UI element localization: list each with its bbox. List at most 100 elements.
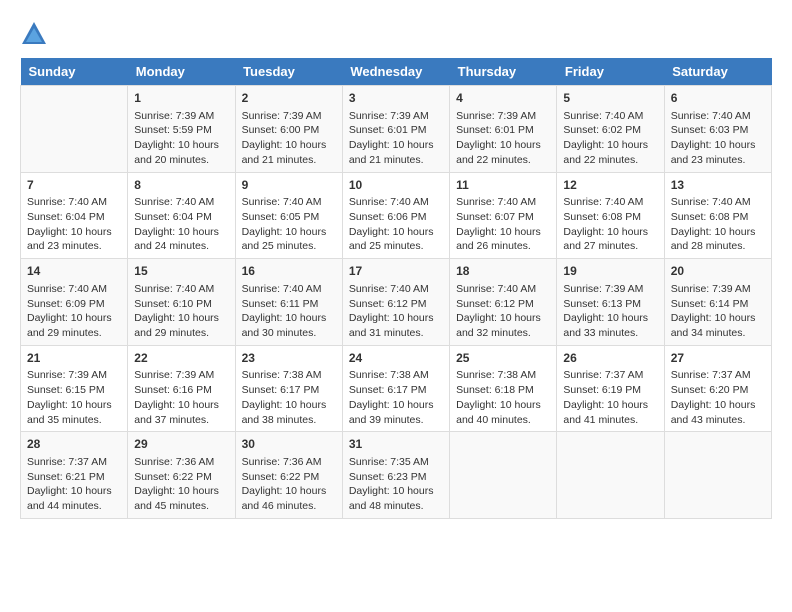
cell-content: Sunrise: 7:40 AM Sunset: 6:08 PM Dayligh… xyxy=(671,195,765,254)
day-number: 8 xyxy=(134,177,228,194)
cell-content: Sunrise: 7:40 AM Sunset: 6:06 PM Dayligh… xyxy=(349,195,443,254)
calendar-cell: 9Sunrise: 7:40 AM Sunset: 6:05 PM Daylig… xyxy=(235,172,342,259)
calendar-cell: 15Sunrise: 7:40 AM Sunset: 6:10 PM Dayli… xyxy=(128,259,235,346)
cell-content: Sunrise: 7:37 AM Sunset: 6:21 PM Dayligh… xyxy=(27,455,121,514)
calendar-cell: 1 Sunrise: 7:39 AM Sunset: 5:59 PM Daylig… xyxy=(128,86,235,173)
week-row-1: 1 Sunrise: 7:39 AM Sunset: 5:59 PM Daylig… xyxy=(21,86,772,173)
calendar-cell: 23Sunrise: 7:38 AM Sunset: 6:17 PM Dayli… xyxy=(235,345,342,432)
cell-content: Sunrise: 7:40 AM Sunset: 6:09 PM Dayligh… xyxy=(27,282,121,341)
calendar-table: SundayMondayTuesdayWednesdayThursdayFrid… xyxy=(20,58,772,519)
cell-content: Sunrise: 7:40 AM Sunset: 6:08 PM Dayligh… xyxy=(563,195,657,254)
calendar-cell: 6 Sunrise: 7:40 AM Sunset: 6:03 PM Daylig… xyxy=(664,86,771,173)
calendar-cell xyxy=(664,432,771,519)
day-number: 18 xyxy=(456,263,550,280)
day-number: 19 xyxy=(563,263,657,280)
cell-content: Sunrise: 7:39 AM Sunset: 6:16 PM Dayligh… xyxy=(134,368,228,427)
calendar-cell: 2 Sunrise: 7:39 AM Sunset: 6:00 PM Daylig… xyxy=(235,86,342,173)
day-number: 12 xyxy=(563,177,657,194)
day-number: 31 xyxy=(349,436,443,453)
page-header xyxy=(20,20,772,48)
day-number: 21 xyxy=(27,350,121,367)
calendar-cell: 10Sunrise: 7:40 AM Sunset: 6:06 PM Dayli… xyxy=(342,172,449,259)
calendar-cell: 25Sunrise: 7:38 AM Sunset: 6:18 PM Dayli… xyxy=(450,345,557,432)
calendar-cell: 22Sunrise: 7:39 AM Sunset: 6:16 PM Dayli… xyxy=(128,345,235,432)
calendar-cell: 5 Sunrise: 7:40 AM Sunset: 6:02 PM Daylig… xyxy=(557,86,664,173)
cell-content: Sunrise: 7:36 AM Sunset: 6:22 PM Dayligh… xyxy=(134,455,228,514)
week-row-3: 14Sunrise: 7:40 AM Sunset: 6:09 PM Dayli… xyxy=(21,259,772,346)
calendar-cell: 29 Sunrise: 7:36 AM Sunset: 6:22 PM Dayli… xyxy=(128,432,235,519)
day-number: 9 xyxy=(242,177,336,194)
day-number: 3 xyxy=(349,90,443,107)
day-header-monday: Monday xyxy=(128,58,235,86)
cell-content: Sunrise: 7:39 AM Sunset: 6:00 PM Dayligh… xyxy=(242,109,336,168)
day-number: 22 xyxy=(134,350,228,367)
calendar-cell: 28 Sunrise: 7:37 AM Sunset: 6:21 PM Dayli… xyxy=(21,432,128,519)
cell-content: Sunrise: 7:37 AM Sunset: 6:19 PM Dayligh… xyxy=(563,368,657,427)
cell-content: Sunrise: 7:39 AM Sunset: 6:13 PM Dayligh… xyxy=(563,282,657,341)
calendar-cell: 27Sunrise: 7:37 AM Sunset: 6:20 PM Dayli… xyxy=(664,345,771,432)
day-number: 5 xyxy=(563,90,657,107)
week-row-2: 7Sunrise: 7:40 AM Sunset: 6:04 PM Daylig… xyxy=(21,172,772,259)
cell-content: Sunrise: 7:40 AM Sunset: 6:07 PM Dayligh… xyxy=(456,195,550,254)
day-number: 2 xyxy=(242,90,336,107)
day-number: 13 xyxy=(671,177,765,194)
day-number: 6 xyxy=(671,90,765,107)
day-number: 4 xyxy=(456,90,550,107)
cell-content: Sunrise: 7:40 AM Sunset: 6:02 PM Dayligh… xyxy=(563,109,657,168)
cell-content: Sunrise: 7:38 AM Sunset: 6:18 PM Dayligh… xyxy=(456,368,550,427)
week-row-5: 28 Sunrise: 7:37 AM Sunset: 6:21 PM Dayli… xyxy=(21,432,772,519)
day-number: 10 xyxy=(349,177,443,194)
calendar-cell xyxy=(450,432,557,519)
calendar-cell: 3Sunrise: 7:39 AM Sunset: 6:01 PM Daylig… xyxy=(342,86,449,173)
cell-content: Sunrise: 7:38 AM Sunset: 6:17 PM Dayligh… xyxy=(349,368,443,427)
calendar-cell: 30Sunrise: 7:36 AM Sunset: 6:22 PM Dayli… xyxy=(235,432,342,519)
cell-content: Sunrise: 7:37 AM Sunset: 6:20 PM Dayligh… xyxy=(671,368,765,427)
cell-content: Sunrise: 7:40 AM Sunset: 6:11 PM Dayligh… xyxy=(242,282,336,341)
cell-content: Sunrise: 7:39 AM Sunset: 6:01 PM Dayligh… xyxy=(456,109,550,168)
calendar-cell: 12Sunrise: 7:40 AM Sunset: 6:08 PM Dayli… xyxy=(557,172,664,259)
day-header-tuesday: Tuesday xyxy=(235,58,342,86)
cell-content: Sunrise: 7:40 AM Sunset: 6:12 PM Dayligh… xyxy=(456,282,550,341)
day-number: 26 xyxy=(563,350,657,367)
calendar-cell: 16 Sunrise: 7:40 AM Sunset: 6:11 PM Dayli… xyxy=(235,259,342,346)
day-number: 20 xyxy=(671,263,765,280)
calendar-cell: 8Sunrise: 7:40 AM Sunset: 6:04 PM Daylig… xyxy=(128,172,235,259)
day-number: 11 xyxy=(456,177,550,194)
calendar-cell: 24Sunrise: 7:38 AM Sunset: 6:17 PM Dayli… xyxy=(342,345,449,432)
calendar-cell: 11Sunrise: 7:40 AM Sunset: 6:07 PM Dayli… xyxy=(450,172,557,259)
calendar-cell: 14Sunrise: 7:40 AM Sunset: 6:09 PM Dayli… xyxy=(21,259,128,346)
day-number: 28 xyxy=(27,436,121,453)
cell-content: Sunrise: 7:39 AM Sunset: 5:59 PM Dayligh… xyxy=(134,109,228,168)
calendar-cell: 19 Sunrise: 7:39 AM Sunset: 6:13 PM Dayli… xyxy=(557,259,664,346)
day-number: 23 xyxy=(242,350,336,367)
logo xyxy=(20,20,52,48)
calendar-cell: 4 Sunrise: 7:39 AM Sunset: 6:01 PM Daylig… xyxy=(450,86,557,173)
cell-content: Sunrise: 7:40 AM Sunset: 6:05 PM Dayligh… xyxy=(242,195,336,254)
day-header-friday: Friday xyxy=(557,58,664,86)
cell-content: Sunrise: 7:40 AM Sunset: 6:10 PM Dayligh… xyxy=(134,282,228,341)
logo-icon xyxy=(20,20,48,48)
cell-content: Sunrise: 7:39 AM Sunset: 6:14 PM Dayligh… xyxy=(671,282,765,341)
calendar-cell: 26Sunrise: 7:37 AM Sunset: 6:19 PM Dayli… xyxy=(557,345,664,432)
cell-content: Sunrise: 7:36 AM Sunset: 6:22 PM Dayligh… xyxy=(242,455,336,514)
calendar-cell: 31Sunrise: 7:35 AM Sunset: 6:23 PM Dayli… xyxy=(342,432,449,519)
calendar-cell xyxy=(557,432,664,519)
cell-content: Sunrise: 7:40 AM Sunset: 6:04 PM Dayligh… xyxy=(134,195,228,254)
cell-content: Sunrise: 7:40 AM Sunset: 6:04 PM Dayligh… xyxy=(27,195,121,254)
day-number: 25 xyxy=(456,350,550,367)
calendar-header-row: SundayMondayTuesdayWednesdayThursdayFrid… xyxy=(21,58,772,86)
calendar-cell xyxy=(21,86,128,173)
calendar-cell: 17 Sunrise: 7:40 AM Sunset: 6:12 PM Dayli… xyxy=(342,259,449,346)
day-number: 17 xyxy=(349,263,443,280)
day-number: 24 xyxy=(349,350,443,367)
calendar-cell: 18 Sunrise: 7:40 AM Sunset: 6:12 PM Dayli… xyxy=(450,259,557,346)
day-number: 29 xyxy=(134,436,228,453)
day-header-saturday: Saturday xyxy=(664,58,771,86)
calendar-cell: 7Sunrise: 7:40 AM Sunset: 6:04 PM Daylig… xyxy=(21,172,128,259)
cell-content: Sunrise: 7:40 AM Sunset: 6:03 PM Dayligh… xyxy=(671,109,765,168)
day-number: 1 xyxy=(134,90,228,107)
cell-content: Sunrise: 7:40 AM Sunset: 6:12 PM Dayligh… xyxy=(349,282,443,341)
day-number: 7 xyxy=(27,177,121,194)
day-header-wednesday: Wednesday xyxy=(342,58,449,86)
day-number: 16 xyxy=(242,263,336,280)
